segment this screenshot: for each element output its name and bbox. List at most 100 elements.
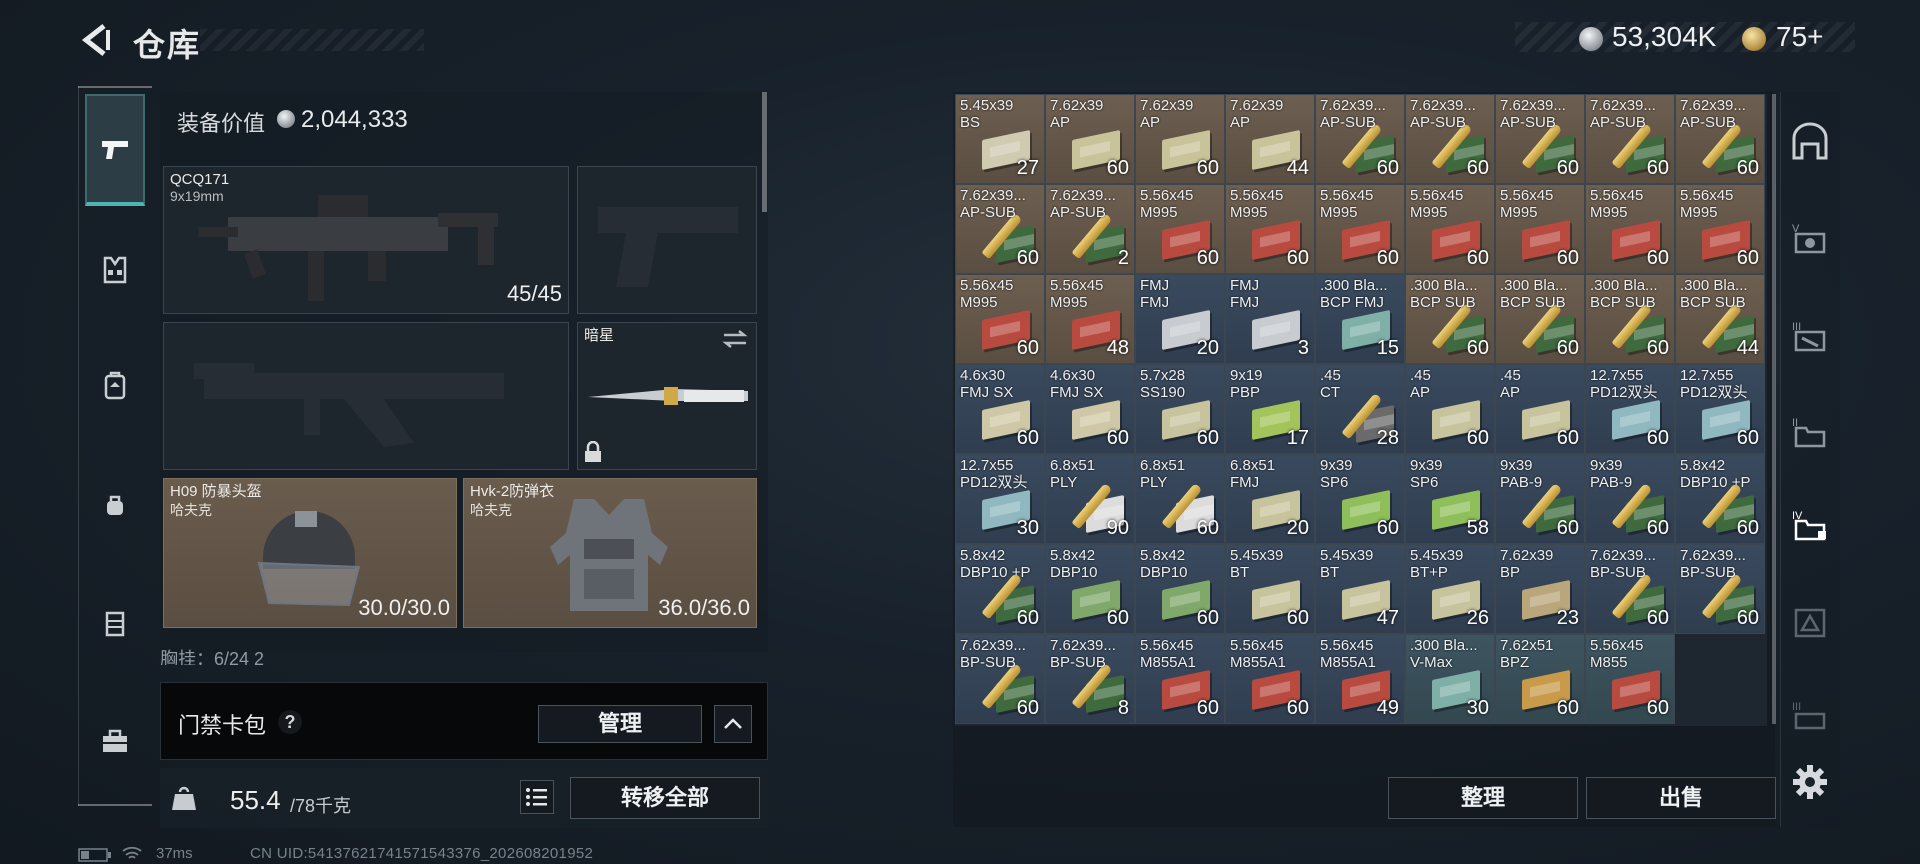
stash-item[interactable]: 6.8x51 PLY 90: [1045, 454, 1135, 544]
stash-item[interactable]: 5.56x45 M995 60: [1585, 184, 1675, 274]
stash-item[interactable]: 9x39 PAB-9 60: [1495, 454, 1585, 544]
stash-item[interactable]: 7.62x39... AP-SUB 60: [955, 184, 1045, 274]
nav-tab-weapons[interactable]: [85, 94, 145, 206]
stash-item[interactable]: 9x39 SP6 58: [1405, 454, 1495, 544]
stash-item[interactable]: 12.7x55 PD12双头 30: [955, 454, 1045, 544]
stash-item[interactable]: 5.56x45 M995 60: [1405, 184, 1495, 274]
settings-gear-icon[interactable]: [1792, 764, 1828, 800]
stash-home-icon[interactable]: [1790, 122, 1830, 162]
primary-weapon-slot[interactable]: QCQ171 9x19mm 45/45: [163, 166, 569, 314]
pistol-icon: [102, 141, 128, 159]
chest-rig-row[interactable]: 胸挂：6/24 2: [160, 645, 760, 665]
stash-item-name: 5.45x39 BT+P: [1410, 547, 1464, 581]
stash-item[interactable]: 5.8x42 DBP10 +P 60: [955, 544, 1045, 634]
stash-page-4-icon[interactable]: IV: [1790, 505, 1830, 545]
gold-amount[interactable]: 75+: [1776, 21, 1824, 53]
nav-tab-case[interactable]: [85, 568, 145, 678]
stash-item[interactable]: 7.62x39... BP-SUB 8: [1045, 634, 1135, 724]
stash-item[interactable]: 5.56x45 M995 60: [1315, 184, 1405, 274]
stash-page-6-icon[interactable]: [1790, 602, 1830, 642]
stash-item[interactable]: 12.7x55 PD12双头 60: [1585, 364, 1675, 454]
stash-item[interactable]: 12.7x55 PD12双头 60: [1675, 364, 1765, 454]
stash-item[interactable]: 6.8x51 FMJ 20: [1225, 454, 1315, 544]
stash-item[interactable]: 7.62x39... AP-SUB 60: [1405, 94, 1495, 184]
stash-item[interactable]: FMJ FMJ 20: [1135, 274, 1225, 364]
stash-scrollbar[interactable]: [1772, 94, 1776, 724]
stash-item[interactable]: 5.56x45 M995 60: [955, 274, 1045, 364]
stash-item[interactable]: 7.62x39... AP-SUB 60: [1495, 94, 1585, 184]
stash-item[interactable]: 5.56x45 M995 60: [1225, 184, 1315, 274]
stash-item[interactable]: 9x39 SP6 60: [1315, 454, 1405, 544]
stash-item[interactable]: 5.56x45 M995 60: [1135, 184, 1225, 274]
stash-page-2-icon[interactable]: II: [1790, 412, 1830, 452]
stash-item[interactable]: 5.8x42 DBP10 +P 60: [1675, 454, 1765, 544]
stash-item[interactable]: 5.8x42 DBP10 60: [1135, 544, 1225, 634]
pistol-slot[interactable]: [577, 166, 757, 314]
stash-item[interactable]: 9x39 PAB-9 60: [1585, 454, 1675, 544]
stash-item[interactable]: .45 AP 60: [1495, 364, 1585, 454]
stash-item[interactable]: 5.56x45 M855A1 60: [1225, 634, 1315, 724]
swap-icon[interactable]: [722, 329, 748, 349]
stash-item[interactable]: 5.56x45 M855A1 49: [1315, 634, 1405, 724]
nav-tab-pouch[interactable]: [85, 450, 145, 560]
stash-item[interactable]: .300 Bla... V-Max 30: [1405, 634, 1495, 724]
nav-tab-backpack[interactable]: [85, 330, 145, 440]
stash-item[interactable]: .300 Bla... BCP SUB 60: [1585, 274, 1675, 364]
stash-page-5-icon[interactable]: V: [1790, 218, 1830, 258]
stash-item[interactable]: 6.8x51 PLY 60: [1135, 454, 1225, 544]
stash-item[interactable]: 7.62x39... BP-SUB 60: [955, 634, 1045, 724]
stash-item-name: 6.8x51 FMJ: [1230, 457, 1276, 491]
stash-item[interactable]: 7.62x39... BP-SUB 60: [1675, 544, 1765, 634]
tidy-button[interactable]: 整理: [1388, 777, 1578, 819]
stash-item[interactable]: 7.62x39 AP 44: [1225, 94, 1315, 184]
stash-item[interactable]: 5.45x39 BS 27: [955, 94, 1045, 184]
stash-item[interactable]: 5.56x45 M855 60: [1585, 634, 1675, 724]
stash-item[interactable]: 5.56x45 M995 60: [1675, 184, 1765, 274]
stash-item[interactable]: 7.62x51 BPZ 60: [1495, 634, 1585, 724]
stash-item[interactable]: FMJ FMJ 3: [1225, 274, 1315, 364]
stash-item-count: 60: [1286, 247, 1309, 269]
list-view-button[interactable]: [520, 780, 554, 814]
stash-item[interactable]: 5.45x39 BT 60: [1225, 544, 1315, 634]
sell-button[interactable]: 出售: [1586, 777, 1776, 819]
helmet-slot[interactable]: H09 防暴头盔 哈夫克 30.0/30.0: [163, 478, 457, 628]
back-arrow-icon[interactable]: [78, 22, 114, 58]
stash-item[interactable]: .300 Bla... BCP FMJ 15: [1315, 274, 1405, 364]
help-icon[interactable]: ?: [278, 710, 302, 734]
stash-item-count: 28: [1376, 427, 1399, 449]
stash-item[interactable]: 7.62x39... AP-SUB 60: [1675, 94, 1765, 184]
stash-item[interactable]: 5.56x45 M855A1 60: [1135, 634, 1225, 724]
stash-item[interactable]: 5.56x45 M995 60: [1495, 184, 1585, 274]
stash-item[interactable]: 4.6x30 FMJ SX 60: [1045, 364, 1135, 454]
stash-item[interactable]: 5.45x39 BT+P 26: [1405, 544, 1495, 634]
stash-item[interactable]: 5.8x42 DBP10 60: [1045, 544, 1135, 634]
stash-item[interactable]: 5.45x39 BT 47: [1315, 544, 1405, 634]
stash-item[interactable]: .300 Bla... BCP SUB 60: [1495, 274, 1585, 364]
stash-page-3-icon[interactable]: III: [1790, 316, 1830, 356]
stash-item[interactable]: .300 Bla... BCP SUB 44: [1675, 274, 1765, 364]
stash-item[interactable]: 7.62x39 AP 60: [1135, 94, 1225, 184]
stash-item[interactable]: 7.62x39... AP-SUB 2: [1045, 184, 1135, 274]
stash-item[interactable]: 7.62x39... AP-SUB 60: [1585, 94, 1675, 184]
stash-item[interactable]: 7.62x39... AP-SUB 60: [1315, 94, 1405, 184]
stash-item[interactable]: 7.62x39 AP 60: [1045, 94, 1135, 184]
transfer-all-button[interactable]: 转移全部: [570, 777, 760, 819]
stash-item[interactable]: .300 Bla... BCP SUB 60: [1405, 274, 1495, 364]
collapse-button[interactable]: [714, 705, 752, 743]
armor-slot[interactable]: Hvk-2防弹衣 哈夫克 36.0/36.0: [463, 478, 757, 628]
stash-page-7-icon[interactable]: III: [1790, 696, 1830, 736]
stash-item[interactable]: .45 CT 28: [1315, 364, 1405, 454]
stash-item[interactable]: 5.56x45 M995 48: [1045, 274, 1135, 364]
secondary-weapon-slot[interactable]: [163, 322, 569, 470]
nav-tab-rig[interactable]: [85, 215, 145, 325]
stash-item[interactable]: 7.62x39 BP 23: [1495, 544, 1585, 634]
nav-tab-toolbox[interactable]: [85, 686, 145, 796]
stash-item[interactable]: 5.7x28 SS190 60: [1135, 364, 1225, 454]
melee-slot[interactable]: 暗星: [577, 322, 757, 470]
equipment-scrollbar[interactable]: [762, 92, 767, 212]
stash-item[interactable]: 4.6x30 FMJ SX 60: [955, 364, 1045, 454]
stash-item[interactable]: .45 AP 60: [1405, 364, 1495, 454]
manage-button[interactable]: 管理: [538, 705, 702, 743]
stash-item[interactable]: 7.62x39... BP-SUB 60: [1585, 544, 1675, 634]
stash-item[interactable]: 9x19 PBP 17: [1225, 364, 1315, 454]
